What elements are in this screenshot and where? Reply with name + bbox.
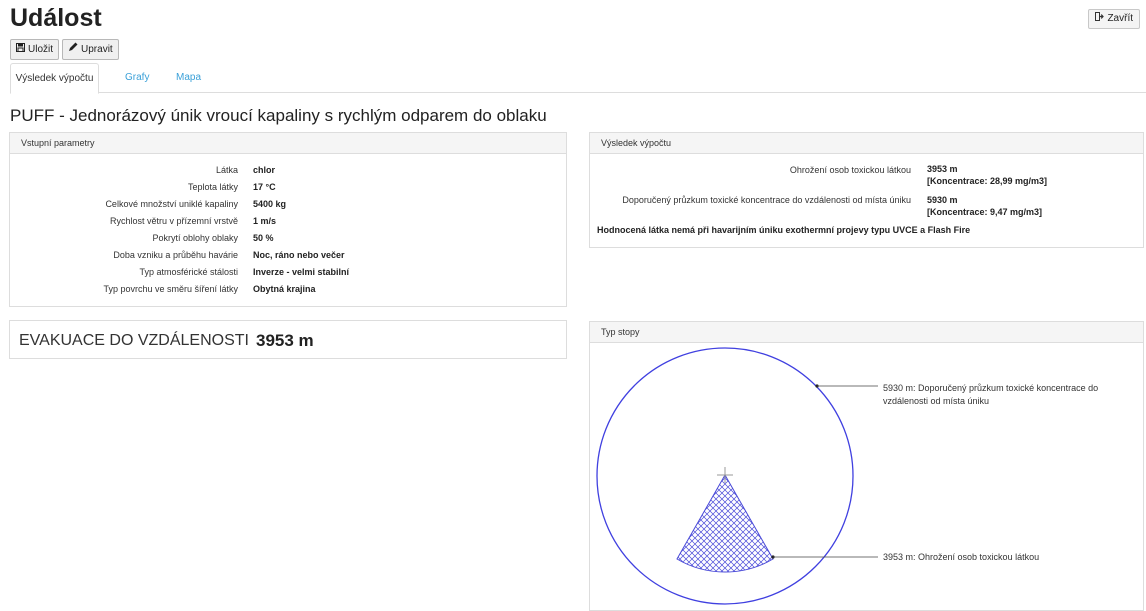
evacuation-value: 3953 m: [256, 331, 314, 350]
param-value: 1 m/s: [253, 216, 277, 226]
trace-panel-title: Typ stopy: [590, 322, 1143, 343]
param-row: Pokrytí oblohy oblaky 50 %: [10, 233, 565, 250]
toolbar: Uložit Upravit: [10, 39, 119, 60]
tab-bar: Výsledek výpočtu Grafy Mapa: [10, 63, 1146, 94]
param-value: Noc, ráno nebo večer: [253, 250, 345, 260]
pencil-icon: [68, 40, 78, 59]
trace-type-panel: Typ stopy 5930 m: Doporučený průzkum tox…: [589, 321, 1144, 611]
edit-button[interactable]: Upravit: [62, 39, 119, 60]
inner-range-sector: [676, 473, 774, 573]
result-note: Hodnocená látka nemá při havarijním únik…: [597, 225, 971, 235]
param-row: Celkové množství uniklé kapaliny 5400 kg: [10, 199, 565, 216]
param-row: Rychlost větru v přízemní vrstvě 1 m/s: [10, 216, 565, 233]
tab-grafy[interactable]: Grafy: [110, 63, 164, 92]
input-panel-title: Vstupní parametry: [10, 133, 566, 154]
param-label: Rychlost větru v přízemní vrstvě: [109, 216, 238, 226]
param-row: Typ atmosférické stálosti Inverze - velm…: [10, 267, 565, 284]
param-label: Látka: [215, 165, 238, 175]
param-row: Látka chlor: [10, 165, 565, 182]
param-value: 50 %: [253, 233, 274, 243]
save-button-label: Uložit: [28, 44, 54, 55]
evacuation-label: EVAKUACE DO VZDÁLENOSTI: [19, 332, 249, 349]
save-button[interactable]: Uložit: [10, 39, 60, 60]
result-value: 5930 m: [927, 195, 958, 205]
param-value: 5400 kg: [253, 199, 287, 209]
param-label: Teplota látky: [187, 182, 238, 192]
result-label: Ohrožení osob toxickou látkou: [789, 165, 911, 175]
release-point-cross: [717, 467, 733, 483]
result-panel: Výsledek výpočtu Ohrožení osob toxickou …: [589, 132, 1144, 248]
param-label: Typ povrchu ve směru šíření látky: [103, 284, 238, 294]
close-button[interactable]: Zavřít: [1088, 9, 1140, 29]
result-label: Doporučený průzkum toxické koncentrace d…: [622, 195, 911, 205]
param-value: 17 °C: [253, 182, 276, 192]
result-detail: [Koncentrace: 28,99 mg/m3]: [927, 176, 1048, 186]
page-title: Událost: [10, 4, 102, 32]
param-value: Obytná krajina: [253, 284, 316, 294]
evacuation-box: EVAKUACE DO VZDÁLENOSTI 3953 m: [9, 320, 567, 359]
result-panel-title: Výsledek výpočtu: [590, 133, 1143, 154]
param-label: Celkové množství uniklé kapaliny: [105, 199, 238, 209]
param-value: Inverze - velmi stabilní: [253, 267, 350, 277]
inner-range-label: 3953 m: Ohrožení osob toxickou látkou: [883, 552, 1040, 562]
param-row: Doba vzniku a průběhu havárie Noc, ráno …: [10, 250, 565, 267]
exit-icon: [1095, 10, 1105, 28]
close-button-label: Zavřít: [1107, 13, 1133, 24]
result-detail: [Koncentrace: 9,47 mg/m3]: [927, 207, 1043, 217]
tab-vysledek-vypoctu[interactable]: Výsledek výpočtu: [10, 63, 99, 94]
input-parameters-panel: Vstupní parametry Látka chlor Teplota lá…: [9, 132, 567, 307]
param-label: Doba vzniku a průběhu havárie: [113, 250, 238, 260]
param-row: Typ povrchu ve směru šíření látky Obytná…: [10, 284, 565, 301]
param-label: Pokrytí oblohy oblaky: [152, 233, 238, 243]
outer-range-label: 5930 m: Doporučený průzkum toxické konce…: [883, 383, 1099, 406]
param-value: chlor: [253, 165, 276, 175]
tab-mapa[interactable]: Mapa: [161, 63, 216, 92]
param-row: Teplota látky 17 °C: [10, 182, 565, 199]
result-value: 3953 m: [927, 164, 958, 174]
param-label: Typ atmosférické stálosti: [139, 267, 238, 277]
edit-button-label: Upravit: [81, 44, 113, 55]
scenario-title: PUFF - Jednorázový únik vroucí kapaliny …: [10, 106, 547, 125]
floppy-disk-icon: [16, 40, 25, 59]
